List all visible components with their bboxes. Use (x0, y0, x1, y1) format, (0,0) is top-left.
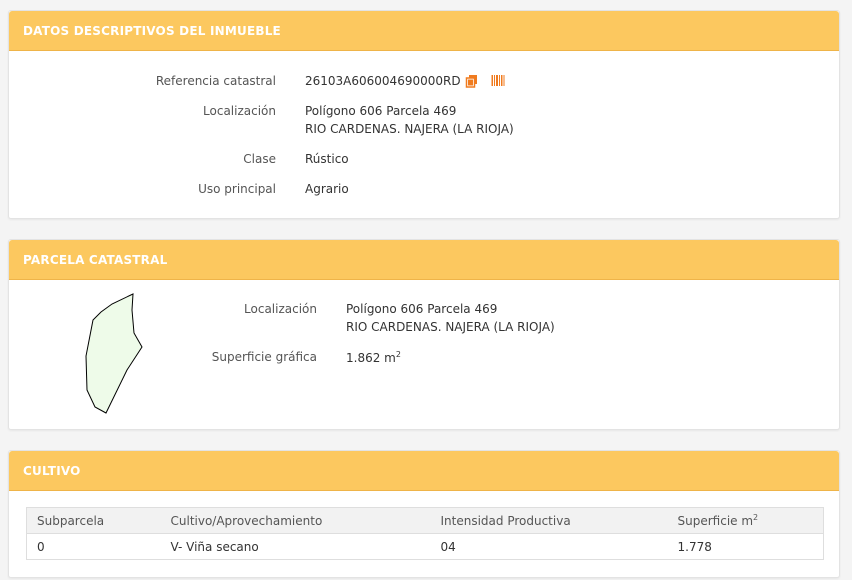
superficie-number: 1.862 m (346, 351, 396, 365)
localizacion-line2: RIO CARDENAS. NAJERA (LA RIOJA) (305, 122, 514, 136)
barcode-icon[interactable] (491, 74, 505, 88)
superficie-label: Superficie gráfica (211, 350, 317, 364)
uso-value: Agrario (305, 182, 349, 196)
clase-label: Clase (243, 152, 276, 166)
parcela-localizacion-line1: Polígono 606 Parcela 469 (346, 302, 498, 316)
table-cell-subparcela: 0 (37, 539, 45, 554)
inmueble-panel-title: DATOS DESCRIPTIVOS DEL INMUEBLE (9, 11, 839, 51)
parcela-localizacion-line2: RIO CARDENAS. NAJERA (LA RIOJA) (346, 320, 555, 334)
table-header-row: Subparcela Cultivo/Aprovechamiento Inten… (26, 507, 824, 534)
referencia-actions (465, 74, 505, 88)
localizacion-label: Localización (203, 104, 276, 118)
table-row: 0 V- Viña secano 04 1.778 (27, 534, 824, 560)
uso-label: Uso principal (198, 182, 276, 196)
parcela-panel: PARCELA CATASTRAL Localización Polígono … (8, 239, 840, 430)
column-header-superficie-text: Superficie m (677, 514, 754, 528)
table-cell-cultivo: V- Viña secano (170, 539, 259, 554)
superficie-value: 1.862 m2 (346, 350, 401, 365)
column-header-superficie: Superficie m2 (667, 507, 824, 534)
inmueble-panel: DATOS DESCRIPTIVOS DEL INMUEBLE Referenc… (8, 10, 840, 219)
copy-icon[interactable] (465, 74, 479, 88)
cultivo-table: Subparcela Cultivo/Aprovechamiento Inten… (26, 507, 824, 560)
clase-value: Rústico (305, 152, 349, 166)
referencia-label: Referencia catastral (155, 74, 276, 88)
cultivo-panel: CULTIVO Subparcela Cultivo/Aprovechamien… (8, 450, 840, 578)
parcela-shape-image (85, 293, 143, 414)
referencia-value: 26103A606004690000RD (305, 74, 461, 88)
column-header-intensidad: Intensidad Productiva (430, 507, 668, 534)
parcela-panel-title: PARCELA CATASTRAL (9, 240, 839, 280)
cultivo-panel-title: CULTIVO (9, 451, 839, 491)
parcela-localizacion-label: Localización (244, 302, 317, 316)
localizacion-line1: Polígono 606 Parcela 469 (305, 104, 457, 118)
column-header-superficie-sup: 2 (753, 513, 759, 522)
column-header-cultivo: Cultivo/Aprovechamiento (160, 507, 431, 534)
table-cell-superficie: 1.778 (677, 539, 712, 554)
superficie-unit-sup: 2 (395, 350, 401, 359)
column-header-subparcela: Subparcela (26, 507, 161, 534)
table-cell-intensidad: 04 (440, 539, 456, 554)
